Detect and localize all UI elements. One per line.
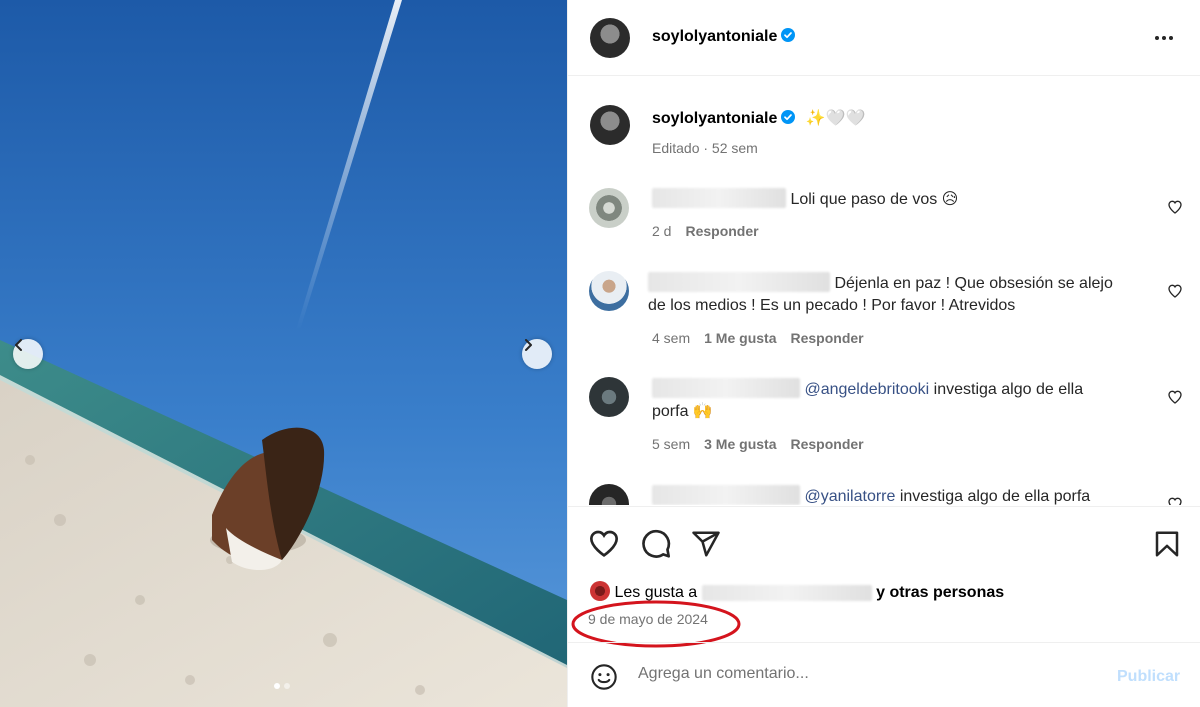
reply-button[interactable]: Responder	[685, 223, 758, 239]
comments-list[interactable]: soylolyantoniale ✨🤍🤍 Editado · 52 sem Lo…	[568, 77, 1200, 505]
post-actions: Les gusta a y otras personas 9 de mayo d…	[568, 506, 1200, 648]
caption-avatar[interactable]	[590, 105, 630, 145]
comment-3: @angeldebritooki investiga algo de ella …	[652, 378, 1162, 423]
comment-mention[interactable]: @angeldebritooki	[804, 381, 929, 398]
comment-time: 4 sem	[652, 330, 691, 346]
like-comment-heart-icon[interactable]	[1167, 283, 1183, 299]
commenter-avatar[interactable]	[589, 271, 629, 311]
bookmark-icon[interactable]	[1152, 529, 1182, 559]
share-icon[interactable]	[691, 529, 721, 559]
comment-time: 5 sem	[652, 436, 691, 452]
likes-suffix: y otras personas	[876, 584, 1005, 601]
carousel-dot	[274, 683, 280, 689]
verified-icon	[781, 28, 796, 42]
like-comment-heart-icon[interactable]	[1167, 496, 1183, 505]
comment-time: 2 d	[652, 223, 672, 239]
comment-text-line1: Déjenla en paz ! Que obsesión se alejo	[834, 275, 1113, 292]
liker-avatar	[590, 581, 610, 601]
comment-composer: Publicar	[568, 642, 1200, 707]
chevron-right-icon	[525, 339, 532, 351]
publish-button[interactable]: Publicar	[1117, 668, 1180, 686]
blurred-username	[652, 188, 786, 208]
previous-photo-button[interactable]	[13, 339, 43, 369]
post-date[interactable]: 9 de mayo de 2024	[588, 611, 708, 627]
comment-input[interactable]	[638, 665, 1078, 683]
reply-button[interactable]: Responder	[790, 436, 863, 452]
caption-meta: Editado · 52 sem	[652, 140, 758, 156]
reply-button[interactable]: Responder	[790, 330, 863, 346]
comment-likes[interactable]: 1 Me gusta	[704, 330, 776, 346]
like-comment-heart-icon[interactable]	[1167, 199, 1183, 215]
author-username[interactable]: soylolyantoniale	[652, 28, 777, 45]
emoji-icon[interactable]	[590, 663, 618, 691]
post-panel: soylolyantoniale soylolyantoniale ✨🤍🤍 Ed…	[567, 0, 1200, 707]
commenter-avatar[interactable]	[589, 377, 629, 417]
comment-icon[interactable]	[640, 528, 672, 560]
more-options-icon[interactable]	[1154, 28, 1174, 48]
comment-text-line1: investiga algo de ella porfa	[895, 488, 1091, 505]
beach-photo	[0, 0, 567, 707]
verified-icon	[781, 110, 796, 124]
comment-text-line2: de los medios ! Es un pecado ! Por favor…	[648, 297, 1016, 314]
heart-icon[interactable]	[588, 528, 620, 560]
blurred-username	[648, 272, 830, 292]
next-photo-button[interactable]	[522, 339, 552, 369]
caption: soylolyantoniale ✨🤍🤍	[652, 108, 866, 128]
carousel-dot	[284, 683, 290, 689]
comment-likes[interactable]: 3 Me gusta	[704, 436, 776, 452]
post-photo	[0, 0, 567, 707]
comment-3-meta: 5 sem 3 Me gusta Responder	[652, 436, 864, 452]
comment-1: Loli que paso de vos 😥	[652, 188, 958, 211]
comment-text: Loli que paso de vos 😥	[790, 191, 959, 208]
comment-mention[interactable]: @yanilatorre	[804, 488, 895, 505]
comment-1-meta: 2 d Responder	[652, 223, 759, 239]
comment-2: Déjenla en paz ! Que obsesión se alejo d…	[648, 272, 1158, 317]
comment-4: @yanilatorre investiga algo de ella porf…	[652, 485, 1172, 505]
carousel-dots	[274, 683, 290, 689]
like-comment-heart-icon[interactable]	[1167, 389, 1183, 405]
blurred-username	[652, 378, 800, 398]
author-avatar[interactable]	[590, 18, 630, 58]
post-header: soylolyantoniale	[568, 0, 1200, 76]
caption-text: ✨🤍🤍	[805, 110, 866, 127]
comment-2-meta: 4 sem 1 Me gusta Responder	[652, 330, 864, 346]
comment-text-line1: investiga algo de ella	[929, 381, 1084, 398]
comment-text-line2: porfa 🙌	[652, 403, 713, 420]
caption-username[interactable]: soylolyantoniale	[652, 110, 777, 127]
commenter-avatar[interactable]	[589, 188, 629, 228]
chevron-left-icon	[15, 339, 22, 351]
commenter-avatar[interactable]	[589, 484, 629, 505]
blurred-username	[652, 485, 800, 505]
author-line: soylolyantoniale	[652, 28, 796, 46]
